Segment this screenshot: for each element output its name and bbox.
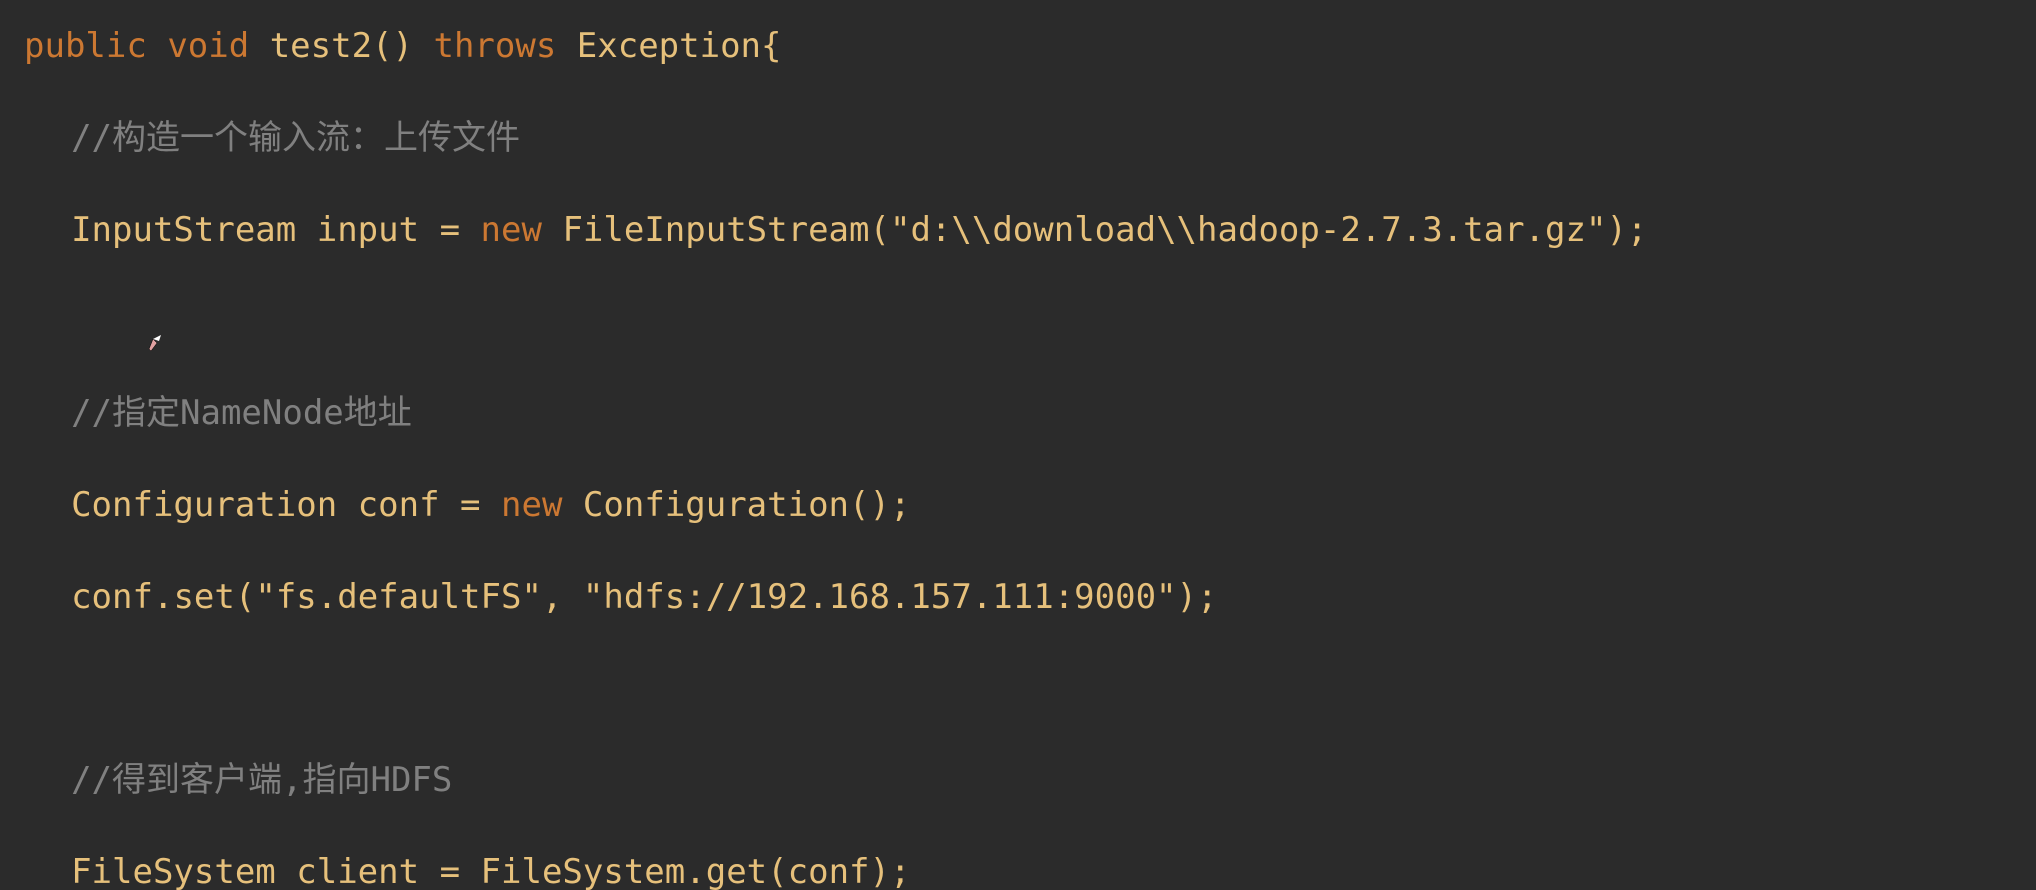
code-line: Configuration conf = new Configuration()… <box>24 483 2012 529</box>
code-line: //得到客户端,指向HDFS <box>24 758 2012 804</box>
variable: input <box>317 210 419 250</box>
code-line: //指定NameNode地址 <box>24 391 2012 437</box>
method: get <box>706 852 767 890</box>
brace-open: { <box>761 26 781 66</box>
code-line <box>24 666 2012 712</box>
keyword-new: new <box>481 210 542 250</box>
arg: conf <box>788 852 870 890</box>
type: FileInputStream <box>562 210 869 250</box>
comment: //得到客户端,指向HDFS <box>71 760 452 800</box>
keyword-throws: throws <box>433 26 556 66</box>
keyword-void: void <box>167 26 249 66</box>
string-literal: "d:\\download\\hadoop-2.7.3.tar.gz" <box>890 210 1606 250</box>
code-line: conf.set("fs.defaultFS", "hdfs://192.168… <box>24 575 2012 621</box>
dot: . <box>153 577 173 617</box>
comment: //指定NameNode地址 <box>71 393 412 433</box>
string-literal: "hdfs://192.168.157.111:9000" <box>583 577 1177 617</box>
code-line: InputStream input = new FileInputStream(… <box>24 208 2012 254</box>
keyword-public: public <box>24 26 147 66</box>
type-exception: Exception <box>577 26 761 66</box>
cursor-icon <box>147 318 165 336</box>
code-block: public void test2() throws Exception{ //… <box>0 0 2036 890</box>
code-line: FileSystem client = FileSystem.get(conf)… <box>24 850 2012 890</box>
paren-open: ( <box>235 577 255 617</box>
equals: = <box>440 210 460 250</box>
type: InputStream <box>71 210 296 250</box>
parens: () <box>372 26 413 66</box>
string-literal: "fs.defaultFS" <box>255 577 542 617</box>
paren-close: ); <box>870 852 911 890</box>
code-line: public void test2() throws Exception{ <box>24 24 2012 70</box>
method: set <box>173 577 234 617</box>
paren-close: ); <box>1177 577 1218 617</box>
type: Configuration <box>583 485 849 525</box>
method-name: test2 <box>270 26 372 66</box>
variable: client <box>296 852 419 890</box>
comma: , <box>542 577 583 617</box>
variable: conf <box>358 485 440 525</box>
dot: . <box>685 852 705 890</box>
type: Configuration <box>71 485 337 525</box>
keyword-new: new <box>501 485 562 525</box>
code-line: //构造一个输入流：上传文件 <box>24 116 2012 162</box>
paren-open: ( <box>767 852 787 890</box>
paren-close: ); <box>1606 210 1647 250</box>
object: conf <box>71 577 153 617</box>
parens: (); <box>849 485 910 525</box>
comment: //构造一个输入流：上传文件 <box>71 118 520 158</box>
paren-open: ( <box>870 210 890 250</box>
equals: = <box>460 485 480 525</box>
type: FileSystem <box>71 852 276 890</box>
code-line <box>24 299 2012 345</box>
type: FileSystem <box>481 852 686 890</box>
equals: = <box>440 852 460 890</box>
